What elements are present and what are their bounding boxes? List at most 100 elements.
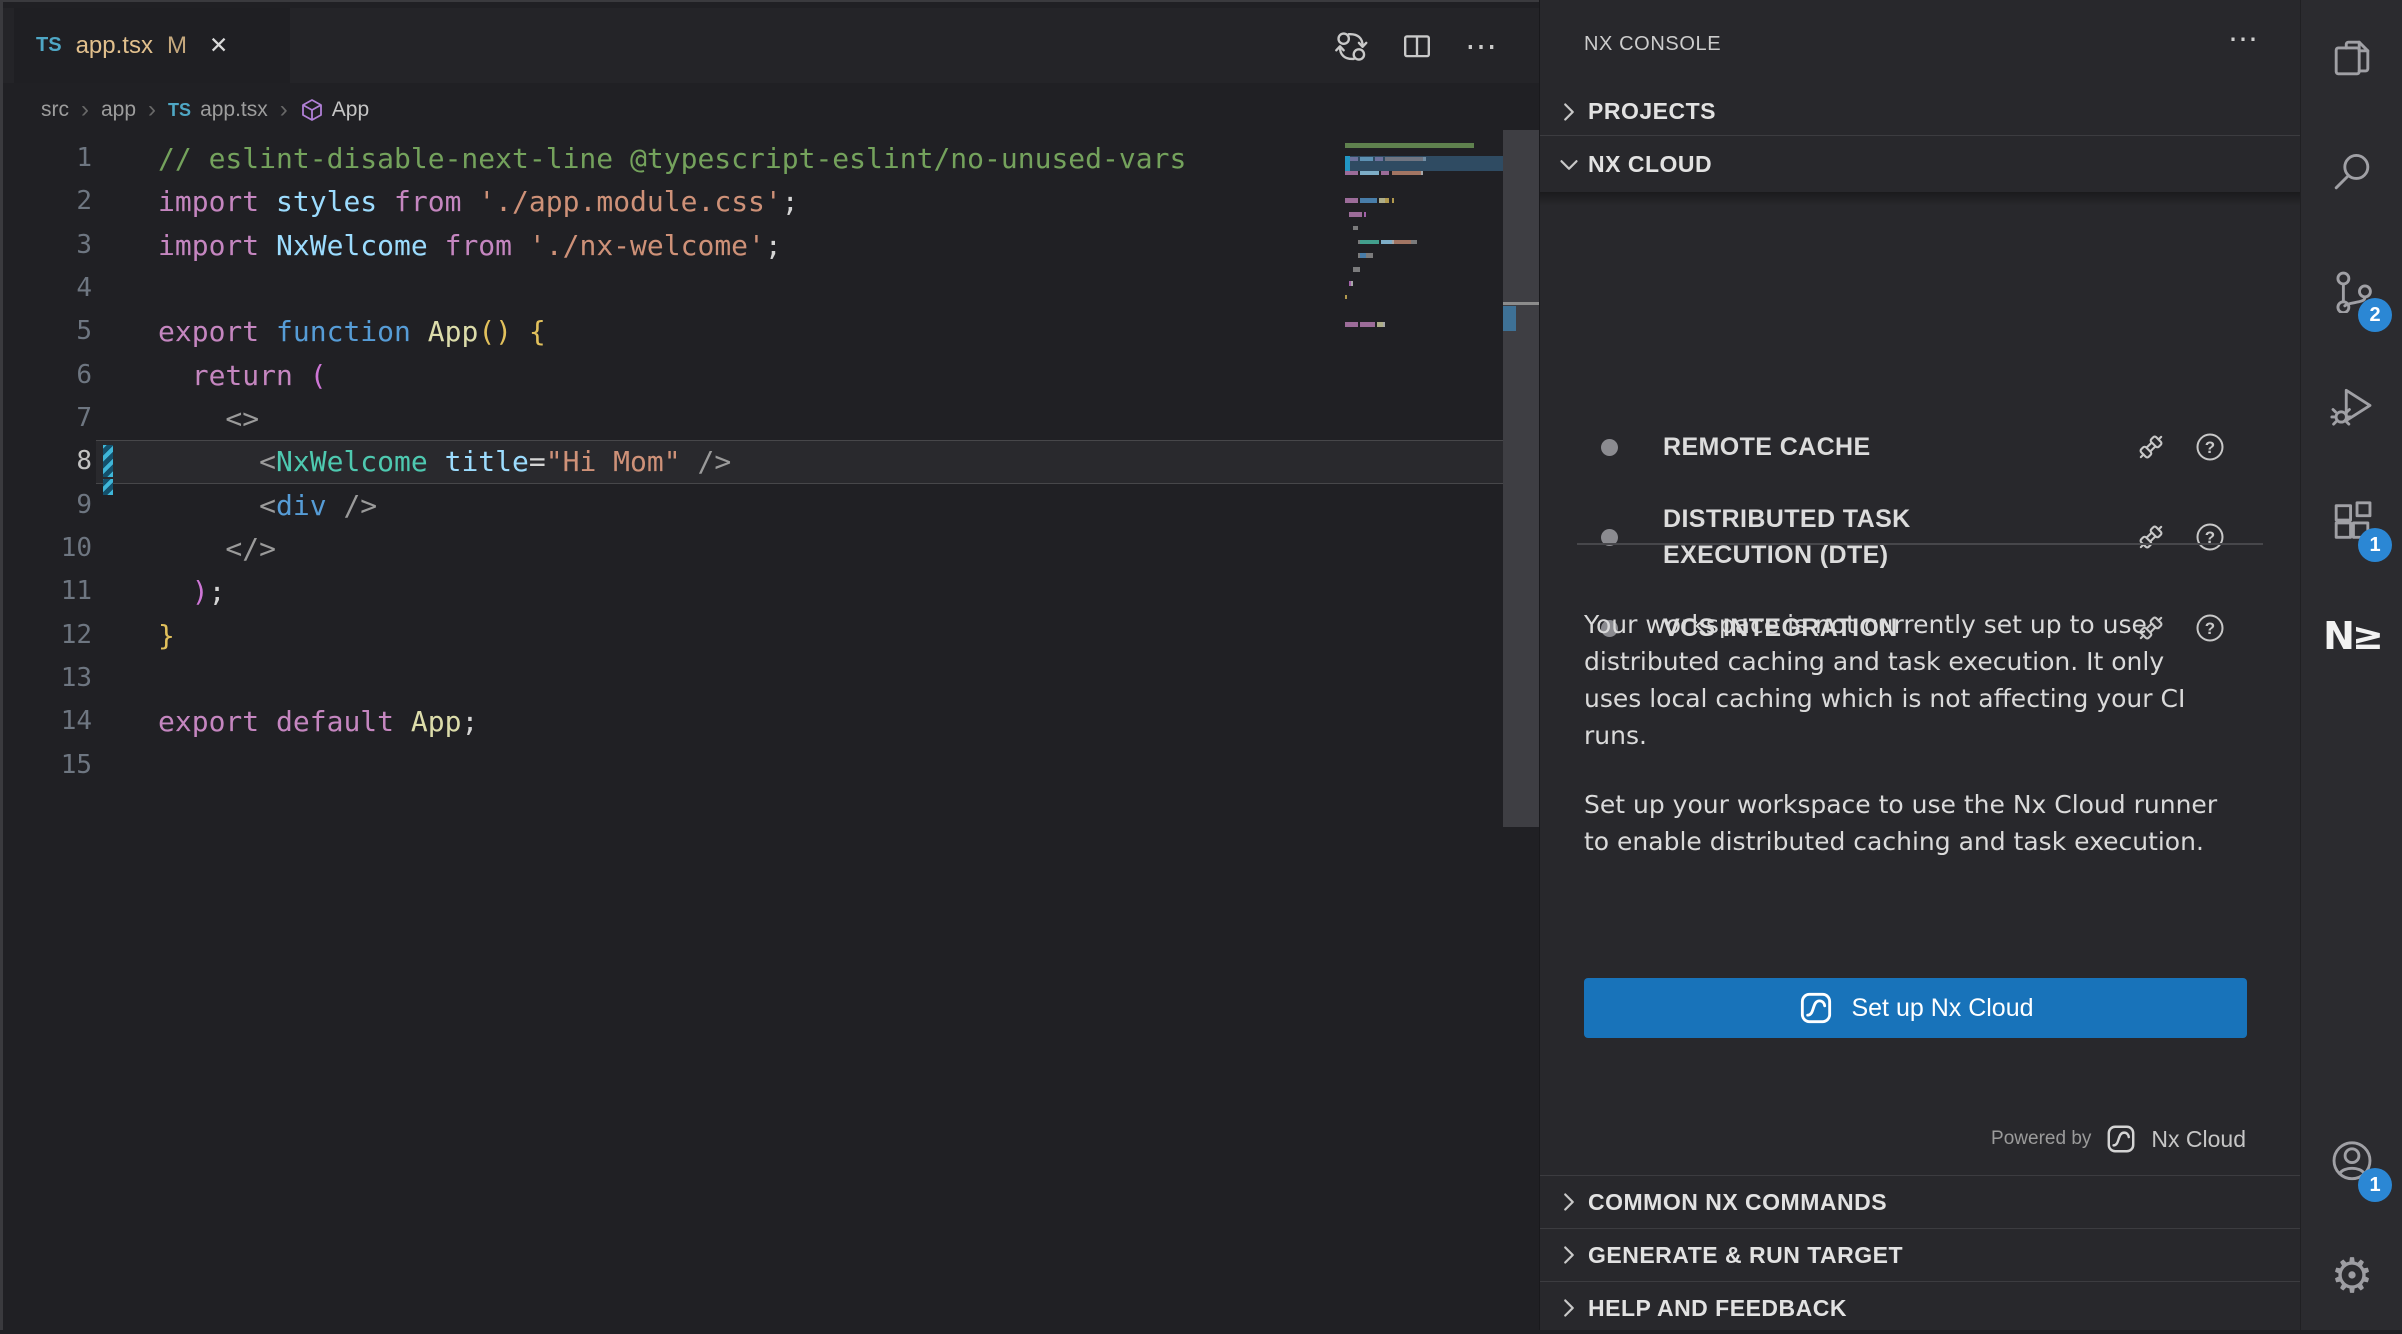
code-text: </> (158, 527, 276, 570)
breadcrumb-symbol-app[interactable]: App (332, 98, 369, 122)
code-text: <> (158, 397, 259, 440)
panel-title: NX CONSOLE (1584, 33, 1721, 56)
nx-console-panel: NX CONSOLE ⋯ PROJECTS NX CLOUD REMOTE CA… (1539, 0, 2300, 1330)
explorer-icon[interactable] (2316, 22, 2388, 94)
bottom-sections: COMMON NX COMMANDS GENERATE & RUN TARGET… (1540, 1175, 2300, 1334)
code-line-1[interactable]: 1 // eslint-disable-next-line @typescript… (0, 137, 1503, 180)
git-modified-badge: M (167, 32, 187, 60)
accounts-badge: 1 (2358, 1168, 2392, 1202)
breadcrumb-src[interactable]: src (41, 98, 69, 122)
breadcrumb-app[interactable]: app (101, 98, 136, 122)
bullet-icon (1601, 439, 1618, 456)
setup-hint-text: Set up your workspace to use the Nx Clou… (1584, 786, 2229, 860)
line-number: 6 (0, 354, 92, 397)
nx-cloud-brand-text: Nx Cloud (2151, 1126, 2246, 1153)
line-number: 7 (0, 397, 92, 440)
line-number: 2 (0, 180, 92, 223)
symbol-cube-icon (300, 98, 324, 122)
minimap-modified-mark (1345, 156, 1350, 171)
line-number: 9 (0, 484, 92, 527)
code-line-12[interactable]: 12} (0, 614, 1503, 657)
connect-plug-icon[interactable] (2134, 430, 2168, 464)
tab-app-tsx[interactable]: TS app.tsx M ✕ (14, 8, 290, 83)
set-up-nx-cloud-button[interactable]: Set up Nx Cloud (1584, 978, 2247, 1038)
chevron-right-icon (1554, 1293, 1584, 1323)
panel-more-actions-icon[interactable]: ⋯ (2228, 22, 2258, 57)
scroll-shadow (1540, 192, 2300, 206)
breadcrumb-separator: › (81, 96, 89, 124)
breadcrumb: src › app › TS app.tsx › App (3, 84, 1503, 136)
nx-logo: N≥ (2323, 614, 2381, 658)
code-text: export function App() { (158, 310, 546, 353)
code-line-8[interactable]: 8 <NxWelcome title="Hi Mom" /> (0, 440, 1503, 483)
minimap-line (1345, 143, 1474, 148)
code-line-2[interactable]: 2 import styles from './app.module.css'; (0, 180, 1503, 223)
help-question-icon[interactable]: ? (2194, 431, 2226, 463)
code-line-7[interactable]: 7 <> (0, 397, 1503, 440)
code-line-14[interactable]: 14export default App; (0, 700, 1503, 743)
code-text: // eslint-disable-next-line @typescript-… (158, 137, 1186, 180)
overview-ruler-cursor-mark (1503, 302, 1539, 305)
code-line-5[interactable]: 5 export function App() { (0, 310, 1503, 353)
powered-by-text: Powered by (1991, 1128, 2091, 1150)
code-line-10[interactable]: 10 </> (0, 527, 1503, 570)
section-help-and-feedback[interactable]: HELP AND FEEDBACK (1540, 1281, 2300, 1334)
source-control-badge: 2 (2358, 298, 2392, 332)
section-label: HELP AND FEEDBACK (1588, 1295, 1847, 1322)
code-text: } (158, 614, 175, 657)
code-line-6[interactable]: 6 return ( (0, 354, 1503, 397)
help-question-icon[interactable]: ? (2194, 521, 2226, 553)
code-text: import NxWelcome from './nx-welcome'; (158, 224, 782, 267)
minimap-line (1345, 226, 1358, 231)
section-common-nx-commands[interactable]: COMMON NX COMMANDS (1540, 1175, 2300, 1228)
minimap-line (1345, 295, 1347, 300)
minimap-line (1345, 322, 1385, 327)
code-line-4[interactable]: 4 (0, 267, 1503, 310)
code-text: ); (158, 570, 225, 613)
connect-plug-icon[interactable] (2134, 520, 2168, 554)
extensions-badge: 1 (2358, 528, 2392, 562)
minimap-line (1345, 240, 1417, 245)
code-line-11[interactable]: 11 ); (0, 570, 1503, 613)
minimap-line (1345, 281, 1353, 286)
extensions-icon[interactable]: 1 (2316, 484, 2388, 556)
run-and-debug-icon[interactable] (2316, 368, 2388, 440)
feature-dte: DISTRIBUTED TASK EXECUTION (DTE) ? (1540, 492, 2300, 582)
code-text: return ( (158, 354, 327, 397)
section-nx-cloud[interactable]: NX CLOUD (1540, 137, 2300, 192)
line-number: 11 (0, 570, 92, 613)
code-editor[interactable]: 1 // eslint-disable-next-line @typescript… (0, 137, 1503, 787)
split-editor-icon[interactable] (1399, 28, 1435, 64)
nx-console-activity-icon[interactable]: N≥ (2316, 600, 2388, 672)
code-text: import styles from './app.module.css'; (158, 180, 799, 223)
chevron-right-icon (1554, 1187, 1584, 1217)
section-projects[interactable]: PROJECTS (1540, 88, 2300, 136)
section-label: GENERATE & RUN TARGET (1588, 1242, 1903, 1269)
code-line-15[interactable]: 15 (0, 744, 1503, 787)
close-tab-icon[interactable]: ✕ (209, 32, 228, 59)
typescript-file-icon: TS (168, 100, 191, 121)
editor-scrollbar[interactable] (1503, 130, 1539, 827)
settings-gear-icon[interactable]: ⚙ (2316, 1240, 2388, 1312)
open-changes-icon[interactable] (1333, 28, 1369, 64)
editor-toolbar: ⋯ (1333, 8, 1499, 83)
source-control-icon[interactable]: 2 (2316, 254, 2388, 326)
code-line-3[interactable]: 3 import NxWelcome from './nx-welcome'; (0, 224, 1503, 267)
nx-cloud-logo-icon (2104, 1122, 2138, 1156)
tab-bar: TS app.tsx M ✕ ⋯ (3, 8, 1539, 83)
minimap-current-line (1345, 156, 1503, 171)
workspace-status-text: Your workspace is not currently set up t… (1584, 606, 2229, 754)
svg-text:?: ? (2205, 438, 2215, 457)
section-generate-run-target[interactable]: GENERATE & RUN TARGET (1540, 1228, 2300, 1281)
search-icon[interactable] (2316, 136, 2388, 208)
line-number: 1 (0, 137, 92, 180)
overview-ruler-modified-mark (1503, 306, 1516, 331)
code-line-9[interactable]: 9 <div /> (0, 484, 1503, 527)
breadcrumb-file[interactable]: app.tsx (200, 98, 268, 122)
breadcrumb-separator: › (148, 96, 156, 124)
code-line-13[interactable]: 13 (0, 657, 1503, 700)
line-number: 5 (0, 310, 92, 353)
accounts-icon[interactable]: 1 (2316, 1124, 2388, 1196)
editor-more-actions-icon[interactable]: ⋯ (1465, 30, 1499, 62)
line-number: 3 (0, 224, 92, 267)
